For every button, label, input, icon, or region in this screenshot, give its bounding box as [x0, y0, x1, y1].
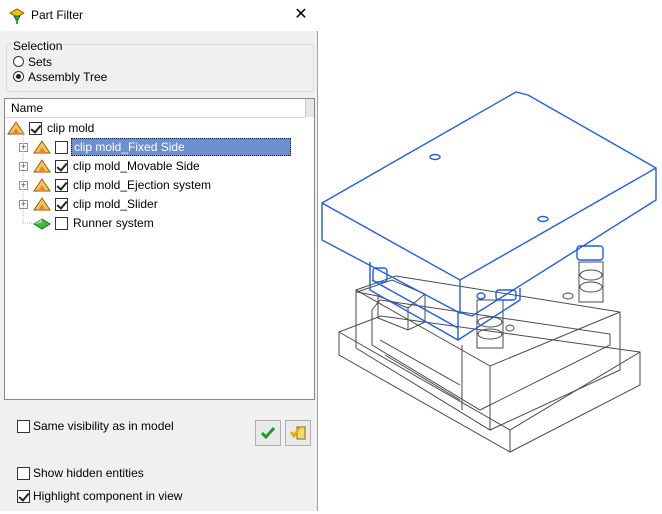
tree-row-runner-system[interactable]: Runner system	[33, 214, 156, 232]
radio-assembly-tree-label: Assembly Tree	[28, 69, 108, 84]
highlight-component-option[interactable]: Highlight component in view	[17, 489, 182, 503]
radio-sets-indicator[interactable]	[13, 56, 24, 67]
show-hidden-option[interactable]: Show hidden entities	[17, 466, 144, 480]
mold-base-wireframe	[338, 261, 641, 453]
tree-connector-lines	[22, 133, 35, 224]
tree-root-label: clip mold	[47, 121, 95, 135]
selection-group-label: Selection	[12, 39, 64, 53]
same-visibility-label: Same visibility as in model	[33, 419, 174, 433]
tree-item-label: Runner system	[73, 216, 154, 230]
mold-3d-view	[321, 91, 657, 453]
green-check-icon	[260, 427, 276, 440]
ok-button[interactable]	[255, 420, 281, 446]
apply-filter-icon	[290, 426, 306, 440]
apply-button[interactable]	[285, 420, 311, 446]
highlight-component-checkbox[interactable]	[17, 489, 30, 503]
radio-sets-label: Sets	[28, 54, 53, 69]
tree-row-ejection-system[interactable]: clip mold_Ejection system	[33, 176, 213, 194]
tree-item-label-selected[interactable]: clip mold_Fixed Side	[71, 138, 291, 156]
tree-item-checkbox[interactable]	[55, 216, 68, 230]
radio-assembly-tree-indicator[interactable]	[13, 71, 24, 82]
tree-item-label: clip mold_Slider	[73, 197, 158, 211]
tree-row-movable-side[interactable]: clip mold_Movable Side	[33, 157, 202, 175]
tree-row-slider[interactable]: clip mold_Slider	[33, 195, 160, 213]
show-hidden-checkbox[interactable]	[17, 466, 30, 480]
same-visibility-checkbox[interactable]	[17, 419, 30, 433]
tree-item-label: clip mold_Ejection system	[73, 178, 212, 192]
header-divider	[305, 99, 314, 117]
same-visibility-option[interactable]: Same visibility as in model	[17, 419, 174, 433]
fixed-side-highlight	[321, 91, 657, 342]
radio-sets[interactable]: Sets	[13, 54, 52, 69]
tree-item-checkbox[interactable]	[55, 178, 68, 192]
tree-item-checkbox[interactable]	[55, 140, 68, 154]
assembly-tree[interactable]: Name clip mold + clip mold_Fixed Side +	[4, 98, 315, 400]
part-filter-icon	[9, 8, 25, 24]
show-hidden-label: Show hidden entities	[33, 466, 144, 480]
highlight-component-label: Highlight component in view	[33, 489, 183, 503]
close-icon: ✕	[294, 6, 308, 23]
tree-row-fixed-side[interactable]: clip mold_Fixed Side	[33, 138, 291, 156]
tree-item-label: clip mold_Movable Side	[73, 159, 200, 173]
tree-column-header[interactable]: Name	[5, 99, 305, 118]
tree-item-checkbox[interactable]	[55, 159, 68, 173]
dialog-title: Part Filter	[31, 8, 84, 22]
close-button[interactable]: ✕	[288, 3, 314, 27]
model-viewport[interactable]	[319, 0, 662, 511]
part-filter-dialog: Part Filter ✕ Selection Sets Assembly Tr…	[0, 0, 318, 511]
radio-assembly-tree[interactable]: Assembly Tree	[13, 69, 107, 84]
title-bar: Part Filter ✕	[0, 0, 318, 31]
tree-item-checkbox[interactable]	[55, 197, 68, 211]
